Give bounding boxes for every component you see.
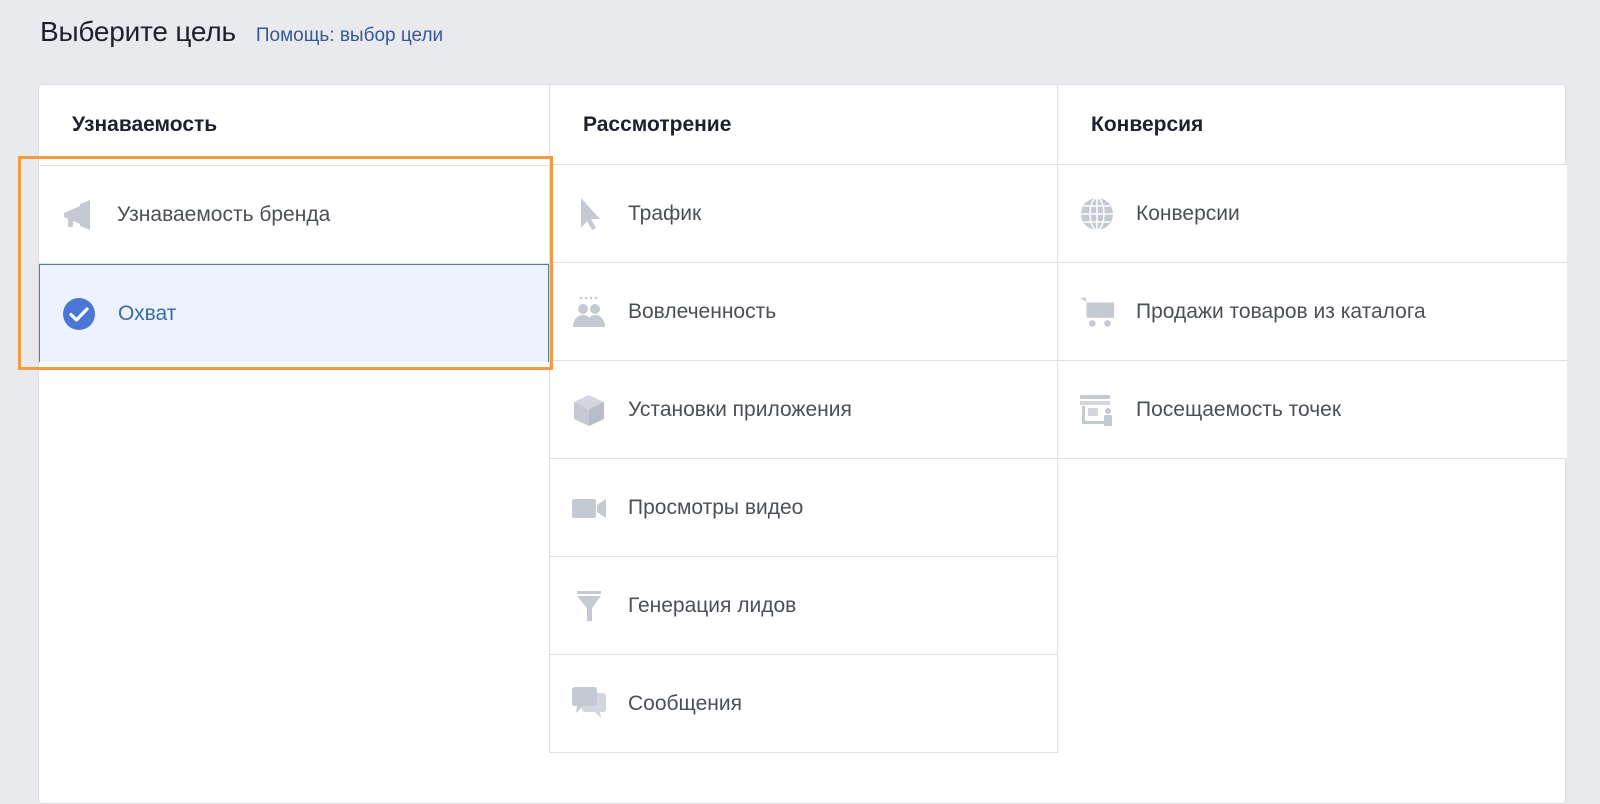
objective-store-visits[interactable]: Посещаемость точек	[1058, 361, 1567, 459]
funnel-icon	[570, 587, 608, 625]
page-title: Выберите цель	[40, 16, 236, 47]
objective-list: Узнаваемость бренда Охват	[39, 165, 549, 362]
cart-icon	[1078, 293, 1116, 331]
column-header: Рассмотрение	[549, 85, 1058, 165]
video-camera-icon	[570, 489, 608, 527]
objective-label: Вовлеченность	[628, 299, 777, 323]
column-header: Узнаваемость	[72, 113, 218, 136]
objective-label: Просмотры видео	[628, 495, 804, 519]
objective-video-views[interactable]: Просмотры видео	[549, 459, 1058, 557]
objective-traffic[interactable]: Трафик	[549, 165, 1058, 263]
cursor-icon	[570, 195, 608, 233]
box-icon	[570, 391, 608, 429]
globe-icon	[1078, 195, 1116, 233]
objective-label: Продажи товаров из каталога	[1136, 299, 1426, 323]
objective-label: Генерация лидов	[628, 593, 797, 617]
people-icon	[570, 293, 608, 331]
objective-catalog-sales[interactable]: Продажи товаров из каталога	[1058, 263, 1567, 361]
objective-engagement[interactable]: Вовлеченность	[549, 263, 1058, 361]
page-header: Выберите цель Помощь: выбор цели	[40, 16, 443, 48]
objective-label: Узнаваемость бренда	[117, 202, 331, 226]
objective-label: Установки приложения	[628, 397, 852, 421]
objective-brand-awareness[interactable]: Узнаваемость бренда	[39, 166, 549, 264]
column-awareness: Узнаваемость Узнаваемость бренда Охват	[39, 85, 549, 362]
objective-label: Конверсии	[1136, 201, 1240, 225]
objective-lead-generation[interactable]: Генерация лидов	[549, 557, 1058, 655]
objective-messages[interactable]: Сообщения	[549, 655, 1058, 753]
objective-app-installs[interactable]: Установки приложения	[549, 361, 1058, 459]
objective-label: Охват	[118, 301, 177, 325]
objective-label: Посещаемость точек	[1136, 397, 1342, 421]
objective-label: Трафик	[628, 201, 702, 225]
check-circle-icon	[60, 295, 98, 333]
objective-reach[interactable]: Охват	[39, 264, 549, 362]
megaphone-icon	[59, 196, 97, 234]
objective-card: Узнаваемость Узнаваемость бренда Охват Р…	[38, 84, 1567, 804]
objective-conversions[interactable]: Конверсии	[1058, 165, 1567, 263]
objective-label: Сообщения	[628, 691, 742, 715]
chat-bubbles-icon	[570, 685, 608, 723]
column-header: Конверсия	[1058, 85, 1567, 165]
column-consideration: Рассмотрение Трафик Вовлеченность Устано…	[549, 85, 1058, 753]
store-icon	[1078, 391, 1116, 429]
column-conversion: Конверсия Конверсии Продажи товаров из к…	[1058, 85, 1567, 459]
help-link[interactable]: Помощь: выбор цели	[256, 25, 443, 47]
